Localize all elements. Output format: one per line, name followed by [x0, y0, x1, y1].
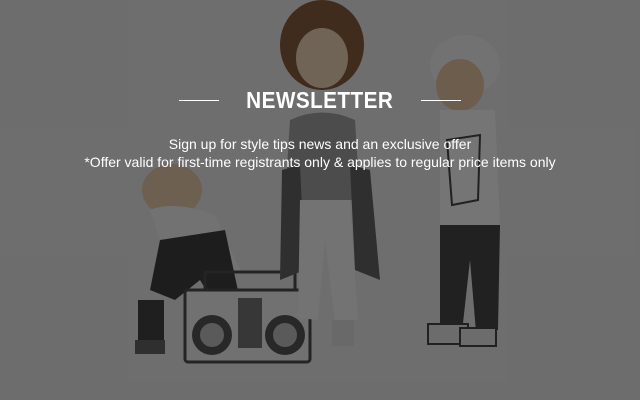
- newsletter-description: Sign up for style tips news and an exclu…: [0, 135, 640, 171]
- newsletter-offer-text: Sign up for style tips news and an exclu…: [168, 136, 472, 152]
- heading-rule-right: [420, 99, 461, 101]
- newsletter-heading-row: NEWSLETTER: [0, 84, 640, 116]
- newsletter-banner: NEWSLETTER Sign up for style tips news a…: [0, 0, 640, 400]
- heading-rule-left: [179, 99, 220, 101]
- newsletter-content: NEWSLETTER Sign up for style tips news a…: [0, 0, 640, 400]
- newsletter-title: NEWSLETTER: [246, 87, 394, 113]
- newsletter-disclaimer-text: *Offer valid for first-time registrants …: [84, 154, 556, 170]
